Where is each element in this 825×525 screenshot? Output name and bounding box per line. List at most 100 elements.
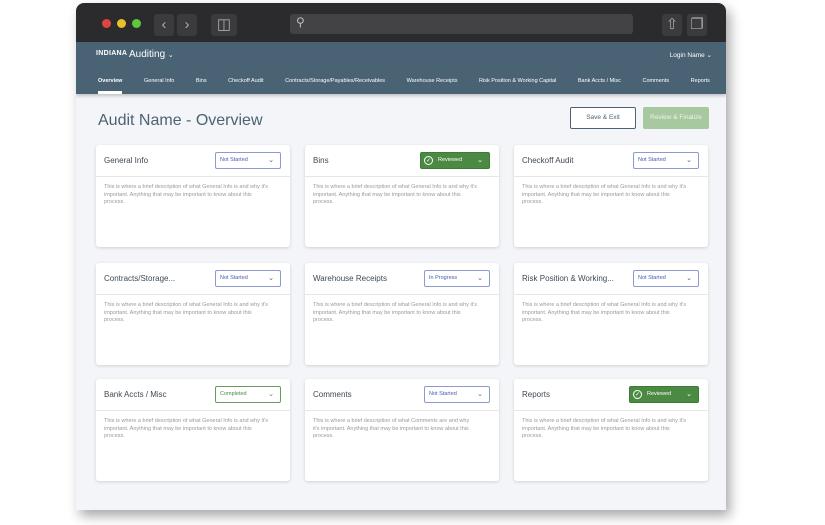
sidebar-icon: ◫ bbox=[216, 16, 232, 33]
tab-bins[interactable]: Bins bbox=[196, 68, 207, 94]
card-title: Bank Accts / Misc bbox=[104, 390, 167, 399]
tab-bank-accts-misc[interactable]: Bank Accts / Misc bbox=[578, 68, 621, 94]
chevron-right-icon: › bbox=[184, 16, 190, 33]
tab-general-info[interactable]: General Info bbox=[144, 68, 174, 94]
tab-risk-position-working-capital[interactable]: Risk Position & Working Capital bbox=[479, 68, 556, 94]
card-description: This is where a brief description of wha… bbox=[313, 418, 470, 439]
tab-reports[interactable]: Reports bbox=[691, 68, 710, 94]
chevron-left-icon: ‹ bbox=[161, 16, 167, 33]
status-dropdown[interactable]: Not Started ⌄ bbox=[633, 270, 699, 287]
status-dropdown[interactable]: Not Started ⌄ bbox=[424, 386, 490, 403]
status-value: Not Started bbox=[638, 157, 666, 163]
card-title: Warehouse Receipts bbox=[313, 274, 387, 283]
section-card: Comments Not Started ⌄ This is where a br… bbox=[305, 379, 499, 481]
card-description: This is where a brief description of wha… bbox=[522, 302, 686, 323]
card-description: This is where a brief description of wha… bbox=[522, 418, 686, 439]
card-title: General Info bbox=[104, 156, 149, 165]
login-menu[interactable]: Login Name ⌄ bbox=[670, 51, 712, 59]
section-card: Bins ✓ Reviewed ⌄ This is where a brief de… bbox=[305, 145, 499, 247]
address-bar[interactable]: ⚲ bbox=[290, 14, 633, 34]
status-dropdown[interactable]: ✓ Reviewed ⌄ bbox=[420, 152, 490, 169]
status-value: Reviewed bbox=[438, 157, 463, 163]
chevron-down-icon: ⌄ bbox=[477, 157, 483, 164]
browser-window: ‹ › ◫ ⚲ ⇧ ❐ INDIANA Auditing ⌄ Login Nam… bbox=[76, 3, 726, 510]
status-value: Reviewed bbox=[647, 391, 672, 397]
card-header: Reports ✓ Reviewed ⌄ bbox=[514, 379, 708, 411]
chevron-down-icon: ⌄ bbox=[167, 52, 174, 59]
chevron-down-icon: ⌄ bbox=[477, 391, 483, 398]
maximize-window-button[interactable] bbox=[132, 19, 141, 28]
status-value: Not Started bbox=[220, 275, 248, 281]
review-finalize-button[interactable]: Review & Finalize bbox=[643, 107, 709, 129]
section-card: Reports ✓ Reviewed ⌄ This is where a brief… bbox=[514, 379, 708, 481]
close-window-button[interactable] bbox=[102, 19, 111, 28]
status-value: Not Started bbox=[220, 157, 248, 163]
status-value: Not Started bbox=[638, 275, 666, 281]
tabs-button[interactable]: ❐ bbox=[687, 14, 707, 36]
card-header: General Info Not Started ⌄ bbox=[96, 145, 290, 177]
page-title: Audit Name - Overview bbox=[98, 112, 263, 129]
tab-contracts-storage-payables-receivables[interactable]: Contracts/Storage/Payables/Receivables bbox=[285, 68, 385, 94]
card-title: Contracts/Storage... bbox=[104, 274, 176, 283]
chevron-down-icon: ⌄ bbox=[268, 275, 274, 282]
check-circle-icon: ✓ bbox=[633, 390, 642, 399]
status-value: Not Started bbox=[429, 391, 457, 397]
card-description: This is where a brief description of wha… bbox=[104, 302, 268, 323]
card-description: This is where a brief description of wha… bbox=[313, 302, 477, 323]
card-description: This is where a brief description of wha… bbox=[104, 418, 268, 439]
status-dropdown[interactable]: Not Started ⌄ bbox=[215, 270, 281, 287]
nav-tabs: Overview General Info Bins Checkoff Audit Co… bbox=[76, 68, 726, 94]
section-card: General Info Not Started ⌄ This is where … bbox=[96, 145, 290, 247]
card-header: Bins ✓ Reviewed ⌄ bbox=[305, 145, 499, 177]
status-dropdown[interactable]: Completed ⌄ bbox=[215, 386, 281, 403]
chevron-down-icon: ⌄ bbox=[268, 391, 274, 398]
chevron-down-icon: ⌄ bbox=[686, 391, 692, 398]
card-header: Contracts/Storage... Not Started ⌄ bbox=[96, 263, 290, 295]
chevron-down-icon: ⌄ bbox=[477, 275, 483, 282]
search-icon: ⚲ bbox=[296, 15, 305, 29]
card-header: Bank Accts / Misc Completed ⌄ bbox=[96, 379, 290, 411]
chevron-down-icon: ⌄ bbox=[686, 275, 692, 282]
card-header: Checkoff Audit Not Started ⌄ bbox=[514, 145, 708, 177]
card-title: Comments bbox=[313, 390, 352, 399]
status-dropdown[interactable]: In Progress ⌄ bbox=[424, 270, 490, 287]
card-description: This is where a brief description of wha… bbox=[104, 184, 268, 205]
minimize-window-button[interactable] bbox=[117, 19, 126, 28]
tab-comments[interactable]: Comments bbox=[643, 68, 670, 94]
tab-warehouse-receipts[interactable]: Warehouse Receipts bbox=[407, 68, 458, 94]
status-dropdown[interactable]: ✓ Reviewed ⌄ bbox=[629, 386, 699, 403]
share-icon: ⇧ bbox=[665, 16, 679, 33]
status-value: Completed bbox=[220, 391, 247, 397]
status-dropdown[interactable]: Not Started ⌄ bbox=[633, 152, 699, 169]
tab-overview[interactable]: Overview bbox=[98, 68, 123, 94]
forward-button[interactable]: › bbox=[177, 14, 197, 36]
app-name: Auditing bbox=[129, 49, 166, 60]
share-button[interactable]: ⇧ bbox=[662, 14, 682, 36]
chevron-down-icon: ⌄ bbox=[686, 157, 692, 164]
tab-checkoff-audit[interactable]: Checkoff Audit bbox=[228, 68, 263, 94]
app-header: INDIANA Auditing ⌄ Login Name ⌄ bbox=[76, 42, 726, 68]
card-title: Bins bbox=[313, 156, 329, 165]
back-button[interactable]: ‹ bbox=[154, 14, 174, 36]
card-header: Comments Not Started ⌄ bbox=[305, 379, 499, 411]
card-header: Warehouse Receipts In Progress ⌄ bbox=[305, 263, 499, 295]
chevron-down-icon: ⌄ bbox=[706, 52, 712, 59]
card-title: Checkoff Audit bbox=[522, 156, 574, 165]
chevron-down-icon: ⌄ bbox=[268, 157, 274, 164]
tabs-icon: ❐ bbox=[690, 16, 704, 33]
app-switcher[interactable]: Auditing ⌄ bbox=[129, 49, 174, 60]
sidebar-toggle-button[interactable]: ◫ bbox=[211, 14, 237, 36]
browser-toolbar: ‹ › ◫ ⚲ ⇧ ❐ bbox=[76, 3, 726, 42]
card-title: Risk Position & Working... bbox=[522, 274, 614, 283]
status-dropdown[interactable]: Not Started ⌄ bbox=[215, 152, 281, 169]
save-exit-button[interactable]: Save & Exit bbox=[570, 107, 636, 129]
section-card: Checkoff Audit Not Started ⌄ This is wher… bbox=[514, 145, 708, 247]
card-title: Reports bbox=[522, 390, 551, 399]
check-circle-icon: ✓ bbox=[424, 156, 433, 165]
card-description: This is where a brief description of wha… bbox=[313, 184, 477, 205]
card-header: Risk Position & Working... Not Started ⌄ bbox=[514, 263, 708, 295]
section-card: Contracts/Storage... Not Started ⌄ This i… bbox=[96, 263, 290, 365]
status-value: In Progress bbox=[429, 275, 458, 281]
logo: INDIANA bbox=[96, 50, 128, 57]
login-name: Login Name bbox=[669, 52, 705, 59]
